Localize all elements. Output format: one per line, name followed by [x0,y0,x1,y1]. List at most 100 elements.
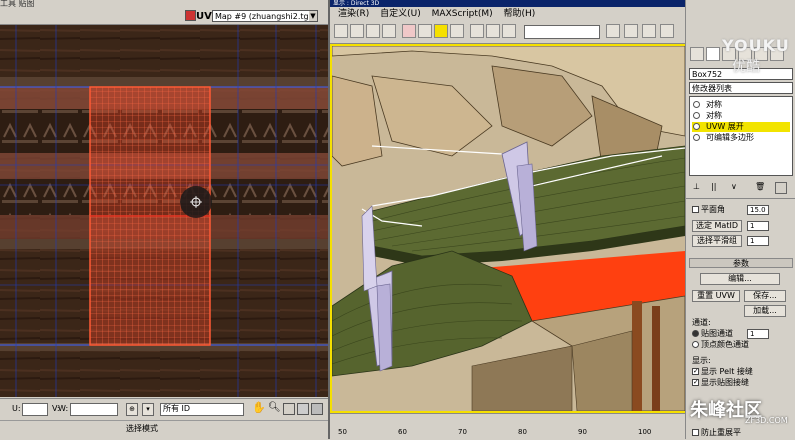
show-end-result-icon[interactable]: || [711,182,721,192]
prevent-label: 防止重展平 [701,428,741,437]
create-tab-icon[interactable] [690,47,704,61]
load-button[interactable]: 加载... [744,305,786,317]
configure-icon[interactable] [775,182,787,194]
select-smooth-button[interactable]: 选择平滑组 [692,235,742,247]
stack-item-editable-poly[interactable]: 可编辑多边形 [692,133,790,143]
ruler-tick: 100 [638,428,652,436]
align-icon[interactable] [486,24,500,38]
timeline-ruler[interactable]: 50 60 70 80 90 100 [330,413,687,440]
w-value-input[interactable] [70,403,118,416]
ruler-tick: 80 [518,428,527,436]
stack-item-label: UVW 展开 [706,122,744,131]
prevent-row: 防止重展平 [692,428,741,438]
magnet-icon[interactable] [402,24,416,38]
menu-maxscript[interactable]: MAXScript(M) [432,9,493,19]
stack-item-symmetry-1[interactable]: 对称 [692,100,790,110]
edit-button[interactable]: 编辑... [700,273,780,285]
zoom-extents-icon[interactable] [297,403,309,415]
uv-status-bar: 选择模式 [0,420,328,440]
make-unique-icon[interactable]: ∨ [731,182,741,192]
map-channel-row: 贴图通道 [692,329,733,339]
move-icon[interactable] [350,24,364,38]
render-icon[interactable] [642,24,656,38]
menu-help[interactable]: 帮助(H) [504,9,536,19]
stack-item-label: 对称 [706,100,722,109]
lightbulb-icon[interactable] [693,101,700,108]
main-menubar: 渲染(R) 自定义(U) MAXScript(M) 帮助(H) [330,7,687,21]
menu-render[interactable]: 渲染(R) [338,9,369,19]
chevron-down-icon[interactable]: ▼ [309,11,317,21]
material-editor-icon[interactable] [606,24,620,38]
select-mode-label: 选择模式 [126,424,158,433]
quick-render-icon[interactable] [660,24,674,38]
named-selection-select[interactable] [524,25,600,39]
zf-url-watermark: ZF3D.COM [745,416,788,425]
map-channel-label: 贴图通道 [701,329,733,338]
prevent-checkbox[interactable] [692,429,699,436]
planar-angle-checkbox[interactable] [692,206,699,213]
mirror-icon[interactable] [470,24,484,38]
stack-item-label: 可编辑多边形 [706,133,754,142]
select-matid-spinner[interactable]: 1 [747,221,769,231]
zoom-selected-icon[interactable] [311,403,323,415]
save-button[interactable]: 保存... [744,290,786,302]
percent-snap-icon[interactable] [434,24,448,38]
ruler-tick: 50 [338,428,347,436]
lightbulb-icon[interactable] [693,123,700,130]
filter-icon[interactable]: ▾ [142,403,154,416]
separator [686,198,795,199]
render-setup-icon[interactable] [624,24,638,38]
lightbulb-icon[interactable] [693,112,700,119]
uv-menu-item[interactable]: 工具 [0,0,19,8]
modifier-list-select[interactable]: 修改器列表 [689,82,793,94]
zoom-region-icon[interactable] [283,403,295,415]
display-label: 显示: [692,356,711,365]
modify-tab-icon[interactable] [706,47,720,61]
u-value-input[interactable] [22,403,48,416]
pin-stack-icon[interactable]: ⊥ [693,182,703,192]
u-label: U: [12,404,21,413]
menu-customize[interactable]: 自定义(U) [380,9,421,19]
ruler-tick: 70 [458,428,467,436]
viewport-window: 显示 : Direct 3D 渲染(R) 自定义(U) MAXScript(M)… [328,0,687,440]
show-map-seam-checkbox[interactable]: ✓ [692,379,699,386]
map-channel-spinner[interactable]: 1 [747,329,769,339]
remove-modifier-icon[interactable]: 🗑︎ [755,182,765,192]
spinner-snap-icon[interactable] [450,24,464,38]
youku-watermark: YOUKU [722,36,790,55]
select-matid-button[interactable]: 选定 MatID [692,220,742,232]
lock-icon[interactable]: ⊕ [126,403,138,416]
stack-item-uvw-unwrap[interactable]: UVW 展开 [692,122,790,132]
youku-cn-watermark: 优酷 [732,59,760,75]
uv-editor-window: 工具 贴图 UV Map #9 (zhuangshi2.tga) ▼ U: V:… [0,0,328,440]
select-smooth-spinner[interactable]: 1 [747,236,769,246]
planar-angle-spinner[interactable]: 15.0 [747,205,769,215]
vertex-color-label: 顶点颜色通道 [701,340,749,349]
show-seam-checkbox[interactable]: ✓ [692,368,699,375]
viewport-title: 显示 : Direct 3D [330,0,687,7]
vertex-color-radio[interactable] [692,341,699,348]
curve-icon[interactable] [502,24,516,38]
stack-item-label: 对称 [706,111,722,120]
texture-map-select[interactable]: Map #9 (zhuangshi2.tga) [212,10,318,22]
planar-angle-row: 平面角 [692,205,725,215]
reset-uvw-button[interactable]: 重置 UVW [692,290,740,302]
params-rollout-header[interactable]: 参数 [689,258,793,268]
uv-edit-canvas[interactable] [0,25,328,397]
show-seam-label: 显示 Pelt 接缝 [701,367,753,376]
rotate-icon[interactable] [366,24,380,38]
angle-snap-icon[interactable] [418,24,432,38]
stack-item-symmetry-2[interactable]: 对称 [692,111,790,121]
scale-icon[interactable] [382,24,396,38]
checker-icon[interactable] [185,10,196,21]
map-channel-radio[interactable] [692,330,699,337]
perspective-viewport[interactable] [330,44,687,413]
lightbulb-icon[interactable] [693,134,700,141]
id-filter-select[interactable]: 所有 ID [160,403,244,416]
select-icon[interactable] [334,24,348,38]
show-map-seam-label: 显示贴图接缝 [701,378,749,387]
vertex-color-row: 顶点颜色通道 [692,340,749,350]
zoom-icon[interactable]: 🔍︎ [268,402,281,414]
uv-menu-item[interactable]: 贴图 [19,0,35,8]
pan-icon[interactable]: ✋ [252,402,266,414]
